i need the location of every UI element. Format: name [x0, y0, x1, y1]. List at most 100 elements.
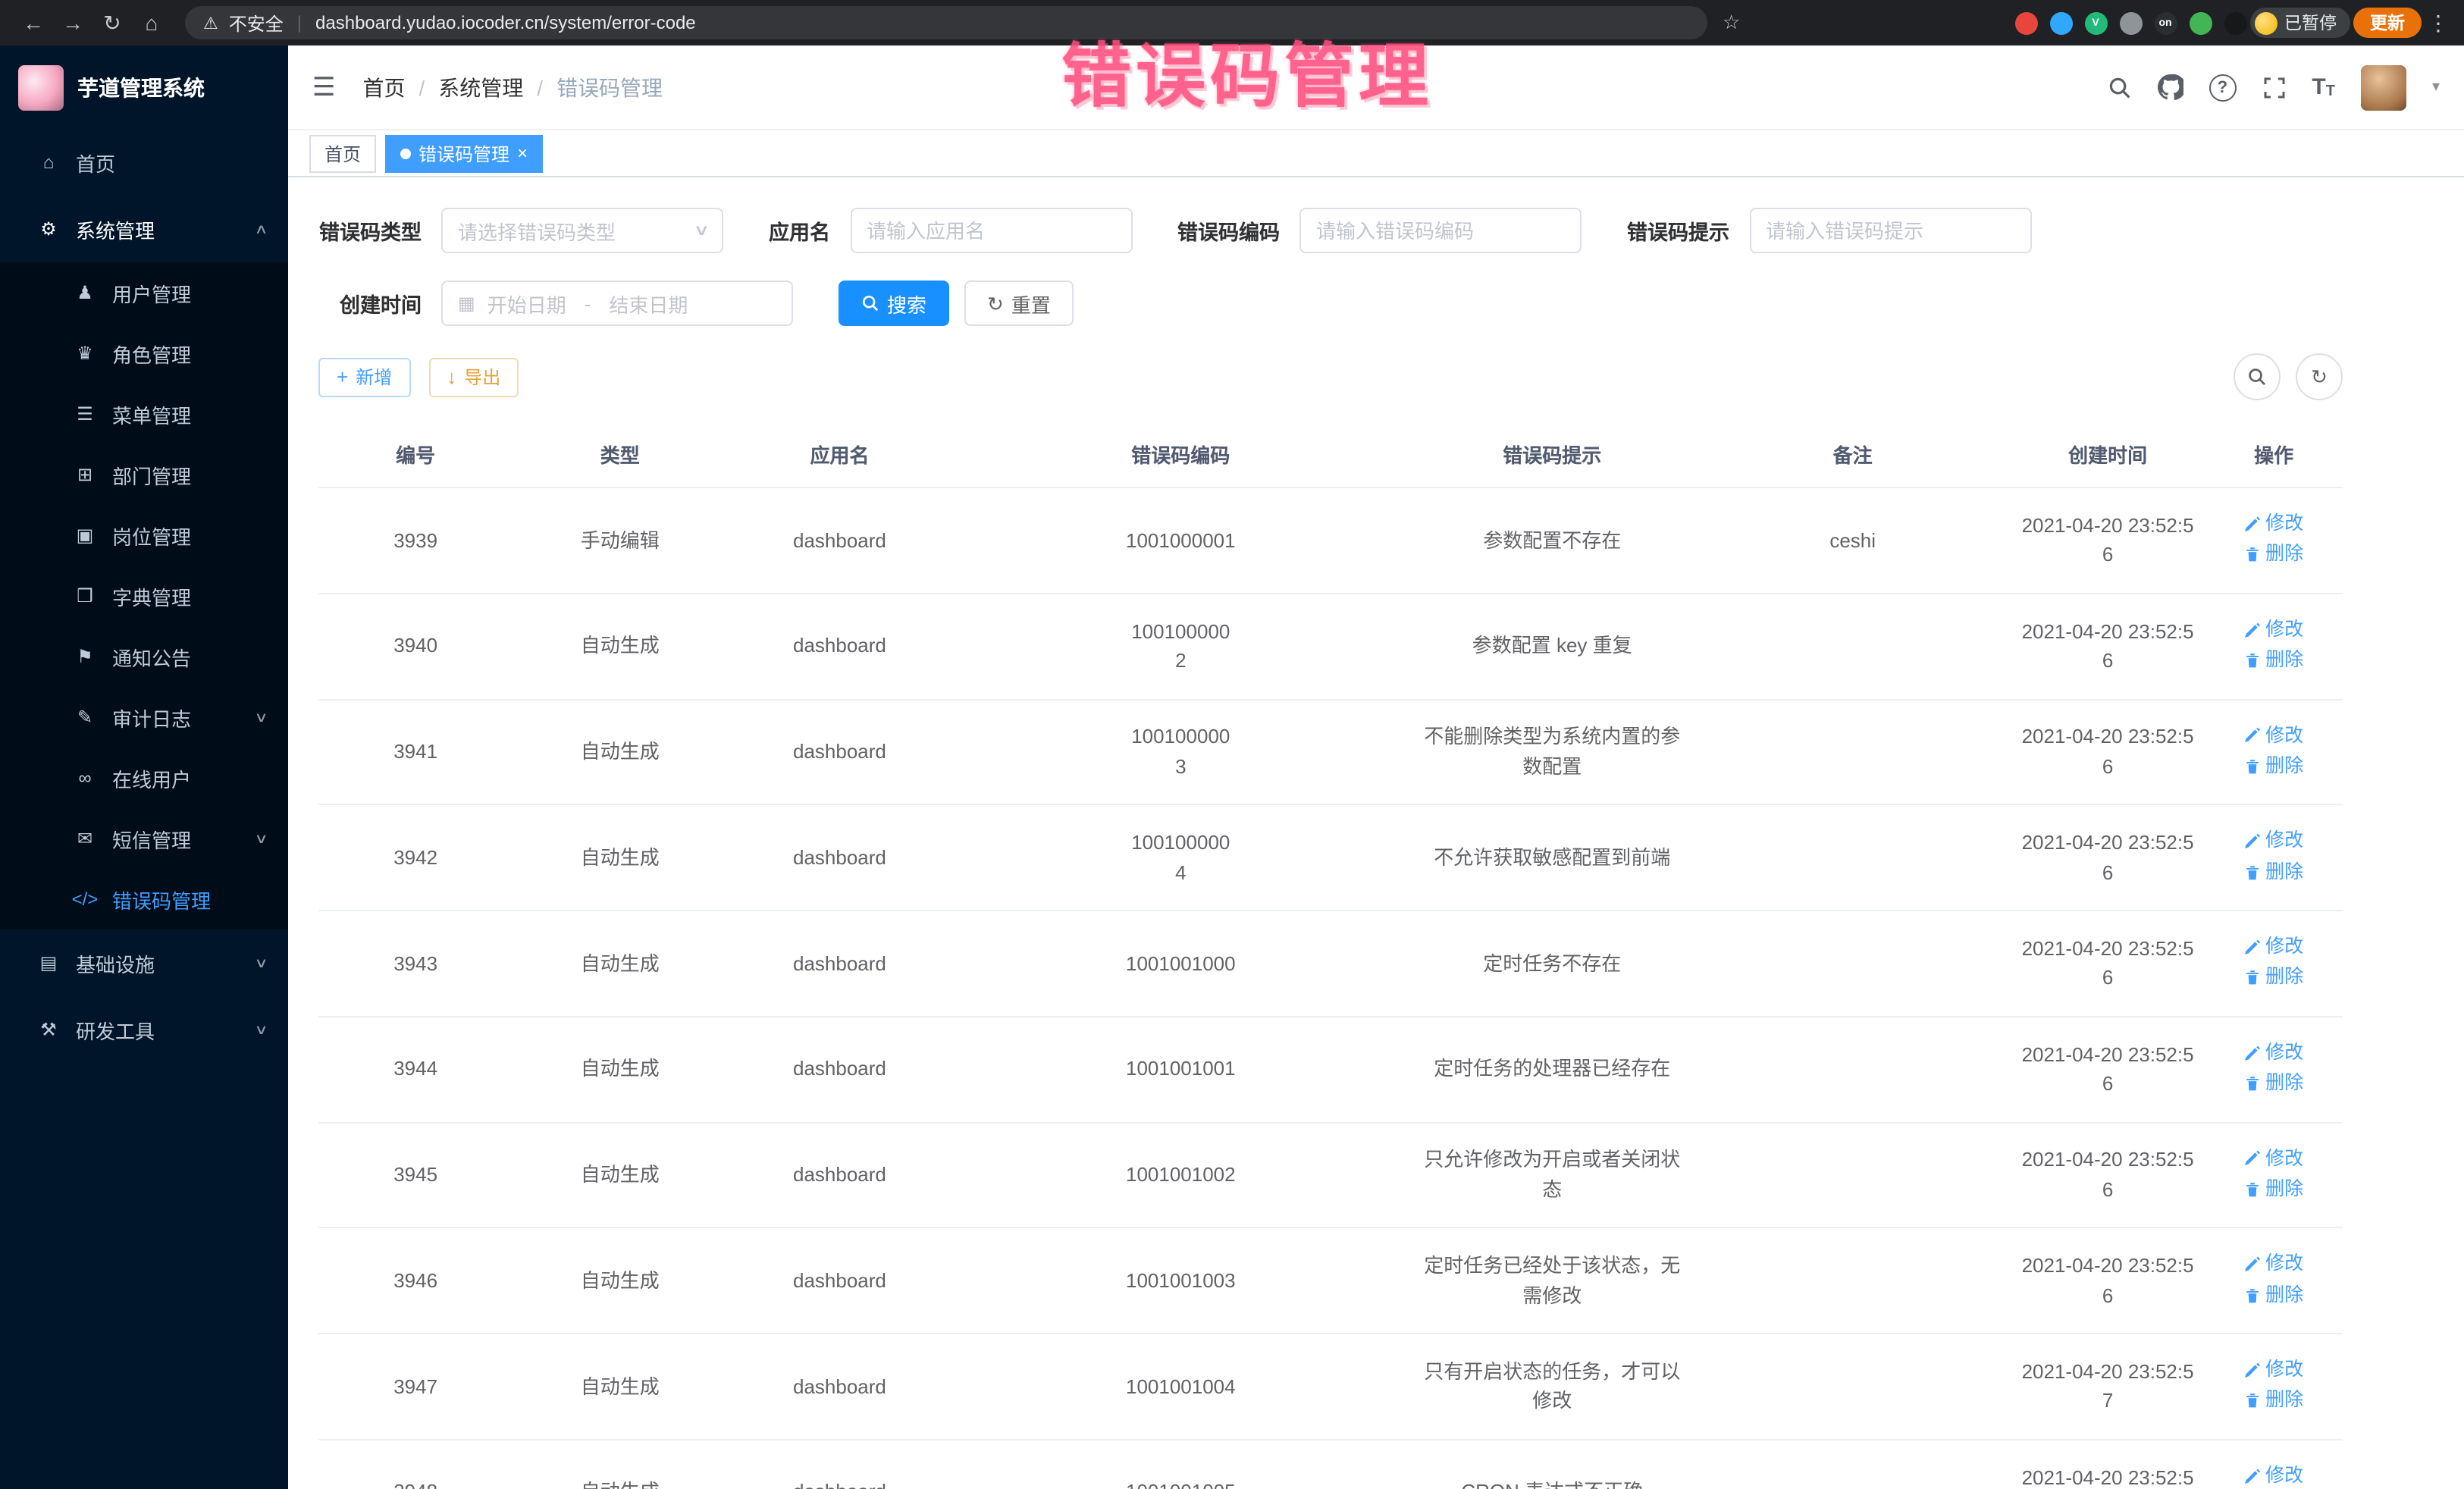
edit-link[interactable]: 修改 [2244, 1250, 2303, 1279]
sidebar-item[interactable]: ▣ 岗位管理 [0, 505, 288, 566]
toggle-search-icon[interactable] [2234, 353, 2281, 400]
cell-type: 自动生成 [513, 699, 727, 805]
extension-icon[interactable] [2119, 11, 2142, 34]
error-msg-input[interactable] [1749, 208, 2031, 253]
sidebar-item[interactable]: ✎ 审计日志 ∨ [0, 687, 288, 748]
cell-create-time: 2021-04-20 23:52:56 [2011, 1228, 2205, 1334]
edit-link[interactable]: 修改 [2244, 1144, 2303, 1173]
breadcrumb-item[interactable]: 首页 [363, 72, 406, 102]
sidebar-item[interactable]: ⚑ 通知公告 [0, 626, 288, 687]
forward-icon[interactable]: → [55, 6, 91, 39]
breadcrumb-item[interactable]: 系统管理 [438, 72, 523, 102]
browser-chrome: ← → ↻ ⌂ ⚠ 不安全 | dashboard.yudao.iocoder.… [0, 0, 2464, 45]
cell-create-time: 2021-04-20 23:52:56 [2011, 594, 2205, 700]
cell-memo [1694, 1122, 2011, 1228]
reload-icon[interactable]: ↻ [94, 6, 130, 39]
cell-code: 1001001002 [952, 1122, 1409, 1228]
extension-icon[interactable] [2014, 11, 2037, 34]
edit-link[interactable]: 修改 [2244, 509, 2303, 538]
extension-icon[interactable]: on [2154, 11, 2177, 34]
sidebar-item[interactable]: ⊞ 部门管理 [0, 444, 288, 505]
sidebar-item[interactable]: ♛ 角色管理 [0, 323, 288, 384]
edit-pencil-icon [2244, 1467, 2261, 1484]
edit-link[interactable]: 修改 [2244, 933, 2303, 961]
extension-icon[interactable] [2049, 11, 2072, 34]
edit-pencil-icon [2244, 1362, 2261, 1378]
delete-link[interactable]: 删除 [2244, 1387, 2303, 1415]
reset-button[interactable]: ↻ 重置 [964, 281, 1074, 326]
refresh-table-icon[interactable]: ↻ [2296, 353, 2343, 400]
cell-create-time: 2021-04-20 23:52:56 [2011, 805, 2205, 911]
notice-icon: ⚑ [70, 646, 100, 667]
help-icon[interactable]: ? [2209, 74, 2236, 101]
search-icon[interactable] [2107, 75, 2131, 99]
browser-update-button[interactable]: 更新 [2353, 8, 2422, 38]
edit-link[interactable]: 修改 [2244, 1356, 2303, 1384]
delete-link[interactable]: 删除 [2244, 1281, 2303, 1309]
tab[interactable]: 错误码管理 × [385, 134, 543, 172]
sidebar-item[interactable]: ⚙ 系统管理 ∧ [0, 196, 288, 262]
sidebar-item[interactable]: ❒ 字典管理 [0, 566, 288, 626]
sidebar-item[interactable]: ☰ 菜单管理 [0, 384, 288, 444]
chevron-down: ∨ [255, 955, 268, 971]
extension-icon[interactable] [2224, 11, 2246, 34]
chevron-down: ∨ [255, 709, 268, 726]
app-logo[interactable]: 芋道管理系统 [0, 45, 288, 129]
delete-link[interactable]: 删除 [2244, 541, 2303, 569]
edit-link[interactable]: 修改 [2244, 1462, 2303, 1489]
font-size-icon[interactable]: TT [2312, 74, 2335, 100]
cell-id: 3941 [318, 699, 513, 805]
search-button[interactable]: 搜索 [839, 281, 949, 326]
delete-link[interactable]: 删除 [2244, 857, 2303, 886]
browser-menu-icon[interactable]: ⋮ [2428, 10, 2449, 36]
back-icon[interactable]: ← [15, 6, 52, 39]
table-row: 3946 自动生成 dashboard 1001001003 定时任务已经处于该… [318, 1228, 2343, 1334]
github-icon[interactable] [2157, 74, 2183, 100]
sidebar-item[interactable]: ∞ 在线用户 [0, 748, 288, 808]
extension-icon[interactable] [2189, 11, 2212, 34]
sidebar-item[interactable]: ▤ 基础设施 ∨ [0, 929, 288, 996]
download-icon: ↓ [447, 367, 456, 387]
edit-link[interactable]: 修改 [2244, 721, 2303, 750]
sidebar-item[interactable]: ♟ 用户管理 [0, 262, 288, 323]
trash-icon [2244, 1075, 2261, 1092]
delete-link[interactable]: 删除 [2244, 752, 2303, 781]
cell-message: 只允许修改为开启或者关闭状态 [1409, 1122, 1694, 1228]
table-row: 3939 手动编辑 dashboard 1001000001 参数配置不存在 c… [318, 487, 2343, 594]
browser-home-icon[interactable]: ⌂ [133, 6, 170, 39]
edit-link[interactable]: 修改 [2244, 827, 2303, 856]
error-code-page: 错误码类型 请选择错误码类型 ∨ 应用名 错误码编码 [288, 177, 2464, 1489]
caret-down-icon[interactable]: ▾ [2432, 79, 2440, 96]
delete-link[interactable]: 删除 [2244, 1069, 2303, 1098]
address-bar[interactable]: ⚠ 不安全 | dashboard.yudao.iocoder.cn/syste… [185, 6, 1707, 39]
tab[interactable]: 首页 [309, 134, 376, 172]
sidebar-item[interactable]: ⌂ 首页 [0, 129, 288, 196]
user-avatar[interactable] [2361, 64, 2406, 110]
export-button[interactable]: ↓ 导出 [428, 357, 519, 397]
edit-link[interactable]: 修改 [2244, 1039, 2303, 1067]
delete-link[interactable]: 删除 [2244, 964, 2303, 992]
bookmark-star-icon[interactable]: ☆ [1723, 11, 1740, 35]
cell-create-time: 2021-04-20 23:52:56 [2011, 487, 2205, 594]
profile-paused-chip[interactable]: 已暂停 [2249, 8, 2350, 38]
fullscreen-icon[interactable] [2262, 75, 2286, 99]
add-button[interactable]: + 新增 [318, 357, 410, 397]
sidebar-item[interactable]: ✉ 短信管理 ∨ [0, 808, 288, 869]
edit-link[interactable]: 修改 [2244, 616, 2303, 644]
error-code-input[interactable] [1299, 208, 1582, 253]
column-header: 编号 [318, 422, 513, 487]
cell-id: 3948 [318, 1440, 513, 1489]
cell-create-time: 2021-04-20 23:52:57 [2011, 1440, 2205, 1489]
delete-link[interactable]: 删除 [2244, 1175, 2303, 1204]
app-name-input[interactable] [850, 208, 1132, 253]
error-type-select[interactable]: 请选择错误码类型 ∨ [441, 208, 723, 253]
breadcrumb-item[interactable]: 错误码管理 [556, 72, 663, 102]
close-tab-icon[interactable]: × [517, 144, 528, 162]
delete-link[interactable]: 删除 [2244, 646, 2303, 675]
create-time-range-picker[interactable]: ▦ 开始日期 - 结束日期 [441, 281, 793, 326]
collapse-sidebar-icon[interactable]: ☰ [312, 72, 336, 102]
sidebar-item[interactable]: ⚒ 研发工具 ∨ [0, 996, 288, 1063]
sidebar-item[interactable]: </> 错误码管理 [0, 869, 288, 929]
column-header: 操作 [2205, 422, 2343, 487]
extension-icon[interactable]: V [2084, 11, 2107, 34]
